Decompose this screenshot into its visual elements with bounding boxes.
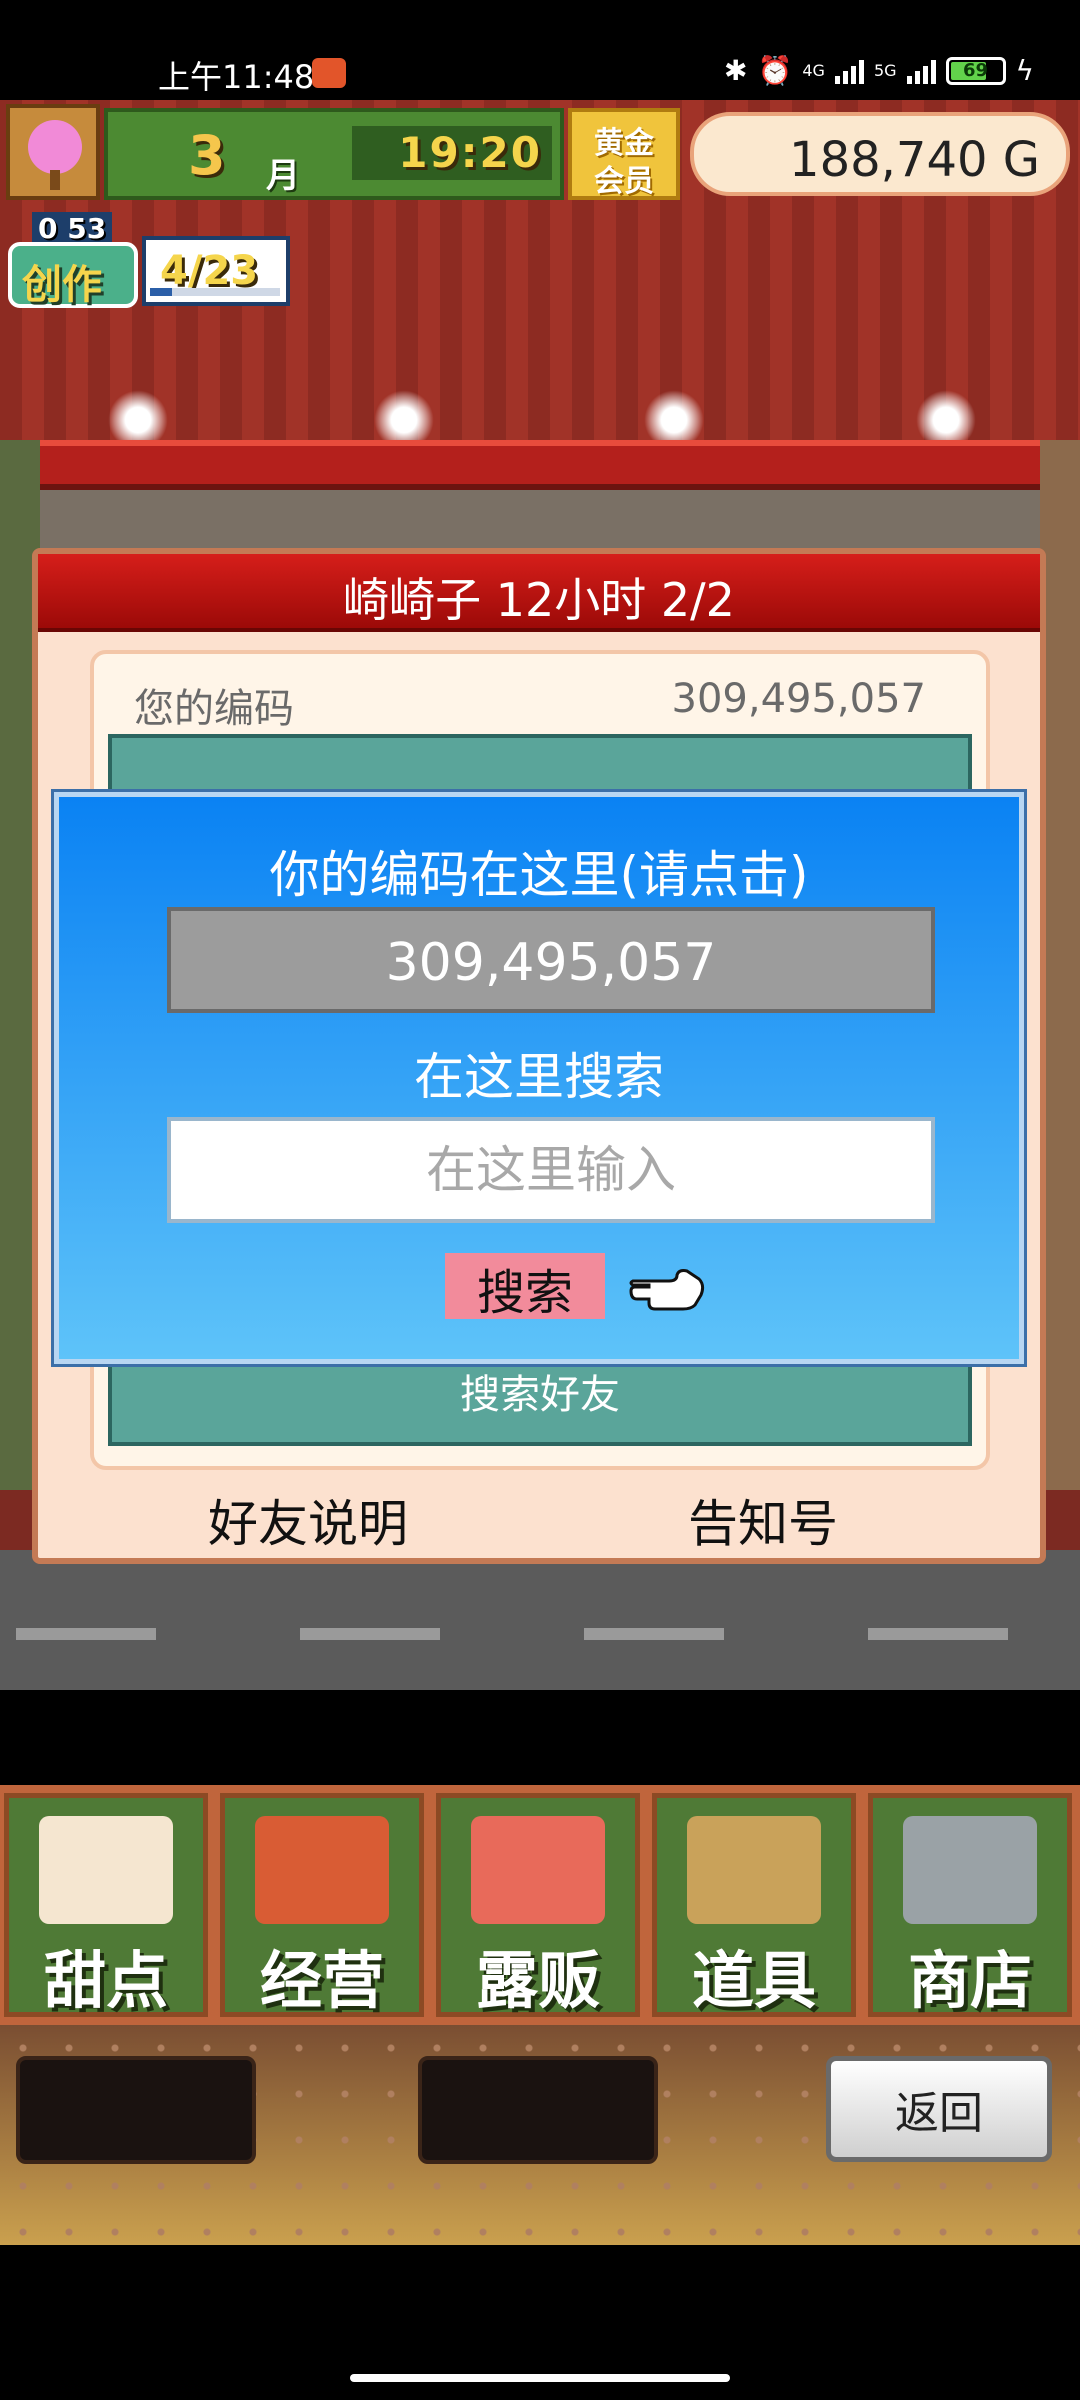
create-timer: 0 53 bbox=[32, 212, 113, 245]
menu-label: 甜点 bbox=[43, 1944, 168, 2017]
your-code-label: 您的编码 bbox=[134, 686, 294, 732]
date-panel: 3 月 19:20 bbox=[104, 108, 564, 200]
signal-icon bbox=[834, 58, 864, 84]
battery-level: 69 bbox=[962, 59, 989, 81]
search-button[interactable]: 搜索 bbox=[445, 1253, 605, 1321]
gear-bag-icon bbox=[687, 1816, 821, 1924]
menu-manage[interactable]: 经营 bbox=[220, 1793, 424, 2017]
bluetooth-icon: ✱ bbox=[724, 54, 748, 87]
status-bar: 上午11:48 ✱ ⏰ 4G 5G 69 ϟ bbox=[0, 0, 1080, 100]
friend-help-button[interactable]: 好友说明 bbox=[208, 1484, 408, 1556]
status-time: 上午11:48 bbox=[158, 58, 315, 96]
battery-icon: 69 bbox=[945, 56, 1006, 85]
road-dash bbox=[584, 1628, 724, 1640]
vip-line-2: 会员 bbox=[594, 164, 654, 199]
alarm-icon: ⏰ bbox=[757, 54, 793, 87]
menu-food-truck[interactable]: 露贩 bbox=[436, 1793, 640, 2017]
network-label-1: 4G bbox=[802, 61, 825, 80]
create-badge: 创作 bbox=[8, 242, 138, 308]
menu-store[interactable]: 商店 bbox=[868, 1793, 1072, 2017]
charging-icon: ϟ bbox=[1015, 54, 1034, 87]
your-code-row: 您的编码 309,495,057 bbox=[134, 662, 946, 732]
road bbox=[0, 1550, 1080, 1690]
signal-icon-2 bbox=[906, 58, 936, 84]
road-dash bbox=[16, 1628, 156, 1640]
search-friend-button[interactable]: 搜索好友 bbox=[112, 1362, 968, 1420]
panel-header: 崎崎子 12小时 2/2 bbox=[38, 554, 1040, 632]
menu-dessert[interactable]: 甜点 bbox=[4, 1793, 208, 2017]
game-clock: 19:20 bbox=[352, 126, 552, 180]
status-icons: ✱ ⏰ 4G 5G 69 ϟ bbox=[724, 54, 1034, 87]
search-label: 在这里搜索 bbox=[414, 1048, 664, 1106]
menu-label: 露贩 bbox=[475, 1944, 600, 2017]
money-amount: 188,740 G bbox=[789, 132, 1040, 188]
home-indicator[interactable] bbox=[350, 2374, 730, 2382]
cake-icon bbox=[39, 1816, 173, 1924]
shop-icon bbox=[255, 1816, 389, 1924]
cart-icon bbox=[903, 1816, 1037, 1924]
shop-rank-avatar[interactable] bbox=[6, 104, 100, 200]
search-input[interactable] bbox=[167, 1117, 935, 1223]
create-progress-fill bbox=[150, 288, 173, 296]
create-label: 创作 bbox=[22, 262, 102, 308]
pointing-hand-icon bbox=[629, 1269, 705, 1311]
menu-label: 经营 bbox=[259, 1944, 384, 2017]
gold-member-badge[interactable]: 黄金 会员 bbox=[568, 108, 680, 200]
my-code-box[interactable]: 309,495,057 bbox=[167, 907, 935, 1013]
road-dash bbox=[868, 1628, 1008, 1640]
food-truck-icon bbox=[471, 1816, 605, 1924]
month-unit: 月 bbox=[266, 156, 300, 196]
empty-slot bbox=[418, 2056, 658, 2164]
scene-divider bbox=[0, 1690, 1080, 1785]
network-label-2: 5G bbox=[873, 61, 897, 80]
create-status[interactable]: 0 53 创作 4/23 bbox=[8, 212, 290, 312]
app-notification-icon bbox=[312, 58, 346, 88]
money-display: 188,740 G bbox=[690, 112, 1070, 196]
shop-awning bbox=[40, 440, 1040, 490]
my-code-value: 309,495,057 bbox=[385, 933, 717, 993]
menu-label: 商店 bbox=[907, 1944, 1032, 2017]
clock-time: 19:20 bbox=[398, 128, 542, 177]
panel-title: 崎崎子 12小时 2/2 bbox=[343, 573, 735, 627]
dialog-title: 你的编码在这里(请点击) bbox=[269, 846, 809, 904]
menu-items[interactable]: 道具 bbox=[652, 1793, 856, 2017]
search-dialog: 你的编码在这里(请点击) 309,495,057 在这里搜索 搜索 bbox=[51, 789, 1027, 1367]
road-dash bbox=[300, 1628, 440, 1640]
notice-code-button[interactable]: 告知号 bbox=[688, 1484, 838, 1556]
month-number: 3 bbox=[188, 124, 226, 187]
back-button[interactable]: 返回 bbox=[826, 2056, 1052, 2162]
your-code-value: 309,495,057 bbox=[671, 676, 926, 722]
right-scenery bbox=[1040, 440, 1080, 1490]
menu-label: 道具 bbox=[691, 1944, 816, 2017]
cotton-candy-tree-icon bbox=[28, 120, 82, 174]
create-progress-bar bbox=[150, 288, 280, 296]
empty-slot bbox=[16, 2056, 256, 2164]
